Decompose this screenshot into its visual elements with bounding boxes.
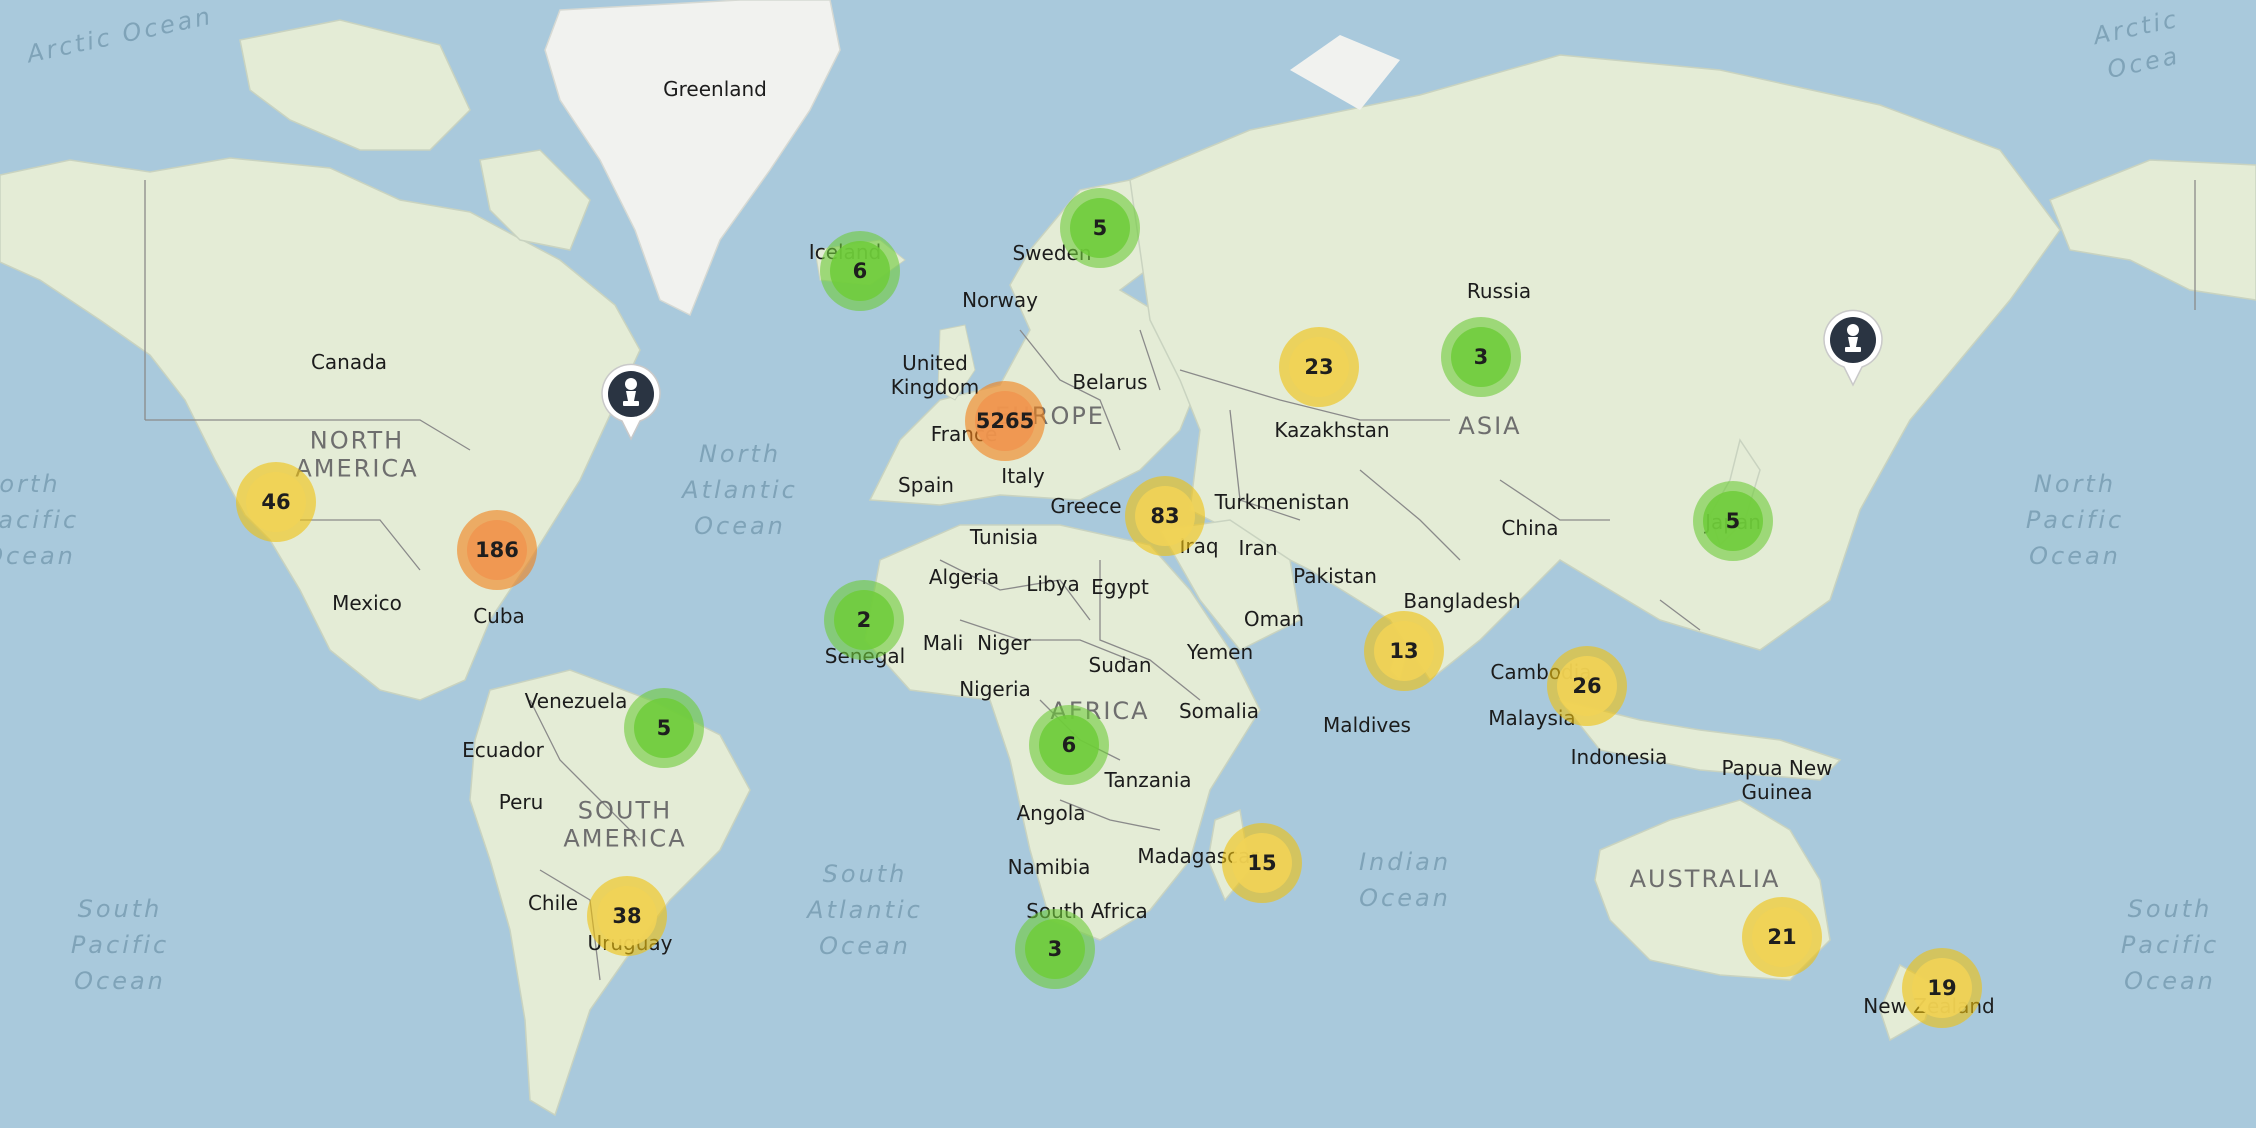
cluster-marker-southern-africa[interactable]: 3 [1015, 909, 1095, 989]
place-label-oman: Oman [1243, 607, 1305, 631]
cluster-marker-russia-west[interactable]: 23 [1279, 327, 1359, 407]
map-pin-atlantic-pin[interactable] [600, 361, 662, 441]
cluster-count: 15 [1231, 832, 1293, 894]
cluster-marker-japan[interactable]: 5 [1693, 481, 1773, 561]
place-label-spain: Spain [898, 473, 954, 497]
place-label-peru: Peru [498, 790, 544, 814]
place-label-iran: Iran [1238, 536, 1278, 560]
place-label-venezuela: Venezuela [524, 689, 628, 713]
place-label-china: China [1501, 516, 1559, 540]
cluster-marker-russia-central[interactable]: 3 [1441, 317, 1521, 397]
cluster-marker-europe[interactable]: 5265 [965, 381, 1045, 461]
cluster-count: 3 [1024, 918, 1086, 980]
cluster-count: 23 [1288, 336, 1350, 398]
place-label-angola: Angola [1016, 801, 1086, 825]
place-label-cuba: Cuba [473, 604, 525, 628]
cluster-marker-iceland[interactable]: 6 [820, 231, 900, 311]
place-label-namibia: Namibia [1007, 855, 1091, 879]
pin-marker-shape [1823, 309, 1883, 387]
cluster-count: 19 [1911, 957, 1973, 1019]
ocean-label-north-pacific-west: orth Pacific Ocean [0, 470, 80, 570]
cluster-marker-southeast-asia[interactable]: 26 [1547, 646, 1627, 726]
cluster-marker-india[interactable]: 13 [1364, 611, 1444, 691]
place-label-united-kingdom: United Kingdom [890, 351, 980, 399]
ocean-label-north-atlantic: North Atlantic Ocean [682, 440, 798, 540]
place-label-somalia: Somalia [1178, 699, 1260, 723]
place-label-italy: Italy [1001, 464, 1045, 488]
cluster-marker-australia[interactable]: 21 [1742, 897, 1822, 977]
cluster-marker-central-africa[interactable]: 6 [1029, 705, 1109, 785]
ocean-label-south-pacific-east: South Pacific Ocean [2120, 895, 2220, 995]
ocean-label-south-pacific-west: South Pacific Ocean [70, 895, 170, 995]
place-label-belarus: Belarus [1072, 370, 1148, 394]
cluster-marker-north-america-east[interactable]: 186 [457, 510, 537, 590]
place-label-mali: Mali [922, 631, 964, 655]
cluster-count: 5 [633, 697, 695, 759]
place-label-yemen: Yemen [1186, 640, 1254, 664]
continent-label-asia: ASIA [1458, 412, 1522, 441]
place-label-tunisia: Tunisia [969, 525, 1039, 549]
cluster-count: 13 [1373, 620, 1435, 682]
cluster-count: 83 [1134, 485, 1196, 547]
place-label-mexico: Mexico [332, 591, 402, 615]
continent-label-australia: AUSTRALIA [1629, 865, 1781, 894]
continent-label-south-america: SOUTH AMERICA [563, 796, 687, 852]
cluster-marker-scandinavia[interactable]: 5 [1060, 188, 1140, 268]
place-label-nigeria: Nigeria [959, 677, 1031, 701]
place-label-bangladesh: Bangladesh [1403, 589, 1521, 613]
place-label-greenland: Greenland [663, 77, 767, 101]
place-label-greece: Greece [1050, 494, 1122, 518]
place-label-algeria: Algeria [928, 565, 1000, 589]
cluster-marker-west-africa[interactable]: 2 [824, 580, 904, 660]
place-label-canada: Canada [310, 350, 388, 374]
place-label-kazakhstan: Kazakhstan [1274, 418, 1390, 442]
place-label-tanzania: Tanzania [1104, 768, 1192, 792]
cluster-count: 6 [1038, 714, 1100, 776]
cluster-count: 2 [833, 589, 895, 651]
place-label-sudan: Sudan [1088, 653, 1152, 677]
place-label-pakistan: Pakistan [1293, 564, 1377, 588]
place-label-papua-new-guinea: Papua New Guinea [1721, 756, 1833, 804]
cluster-count: 26 [1556, 655, 1618, 717]
cluster-count: 3 [1450, 326, 1512, 388]
continent-label-north-america: NORTH AMERICA [295, 426, 419, 482]
cluster-count: 46 [245, 471, 307, 533]
map-pin-pacific-pin[interactable] [1822, 307, 1884, 387]
cluster-count: 6 [829, 240, 891, 302]
place-label-chile: Chile [527, 891, 579, 915]
cluster-marker-north-america-west[interactable]: 46 [236, 462, 316, 542]
place-label-libya: Libya [1026, 572, 1080, 596]
place-label-ecuador: Ecuador [462, 738, 544, 762]
cluster-marker-south-america-south[interactable]: 38 [587, 876, 667, 956]
cluster-count: 38 [596, 885, 658, 947]
cluster-count: 5 [1702, 490, 1764, 552]
cluster-count: 5265 [974, 390, 1036, 452]
place-label-norway: Norway [962, 288, 1038, 312]
place-label-maldives: Maldives [1323, 713, 1411, 737]
world-map[interactable]: Arctic OceanArctic Oceaorth Pacific Ocea… [0, 0, 2256, 1128]
cluster-count: 21 [1751, 906, 1813, 968]
place-label-niger: Niger [977, 631, 1031, 655]
place-label-turkmenistan: Turkmenistan [1214, 490, 1350, 514]
cluster-marker-new-zealand[interactable]: 19 [1902, 948, 1982, 1028]
pin-marker-shape [601, 363, 661, 441]
ocean-label-north-pacific-east: North Pacific Ocean [2025, 470, 2125, 570]
cluster-marker-madagascar[interactable]: 15 [1222, 823, 1302, 903]
cluster-count: 186 [466, 519, 528, 581]
ocean-label-south-atlantic: South Atlantic Ocean [807, 860, 923, 960]
cluster-count: 5 [1069, 197, 1131, 259]
place-label-russia: Russia [1466, 279, 1532, 303]
ocean-label-indian-ocean: Indian Ocean [1358, 848, 1452, 912]
cluster-marker-south-america-north[interactable]: 5 [624, 688, 704, 768]
place-label-indonesia: Indonesia [1570, 745, 1668, 769]
cluster-marker-middle-east[interactable]: 83 [1125, 476, 1205, 556]
place-label-egypt: Egypt [1091, 575, 1149, 599]
